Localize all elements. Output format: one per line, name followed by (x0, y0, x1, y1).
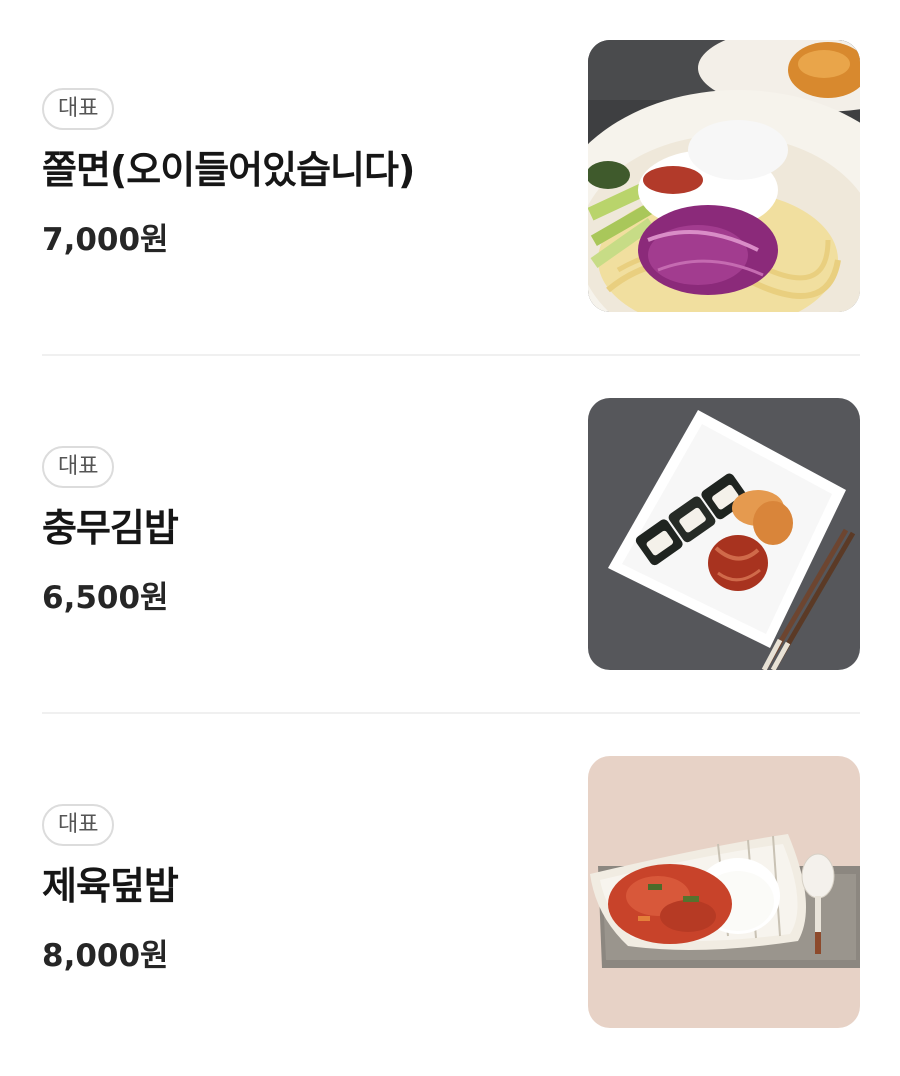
menu-item-price: 7,000원 (42, 222, 169, 258)
signature-badge: 대표 (42, 804, 115, 846)
chungmu-gimbap-photo[interactable] (588, 398, 860, 670)
menu-item-price: 8,000원 (42, 938, 169, 974)
menu-item-name: 쫄면(오이들어있습니다) (42, 148, 415, 192)
menu-item-price: 6,500원 (42, 580, 169, 616)
menu-item-chungmu-gimbap[interactable]: 대표 충무김밥 6,500원 (42, 398, 860, 670)
menu-item-name: 제육덮밥 (42, 864, 179, 908)
divider (42, 354, 860, 356)
menu-item-jeyuk-deopbap[interactable]: 대표 제육덮밥 8,000원 (42, 756, 860, 1028)
menu-item-jjolmyeon[interactable]: 대표 쫄면(오이들어있습니다) 7,000원 (42, 40, 860, 312)
jeyuk-deopbap-photo[interactable] (588, 756, 860, 1028)
menu-item-name: 충무김밥 (42, 506, 179, 550)
divider (42, 712, 860, 714)
signature-badge: 대표 (42, 88, 115, 130)
jjolmyeon-photo[interactable] (588, 40, 860, 312)
menu-list: 대표 쫄면(오이들어있습니다) 7,000원 대표 충무김밥 6,500원 대표… (0, 0, 900, 1076)
signature-badge: 대표 (42, 446, 115, 488)
